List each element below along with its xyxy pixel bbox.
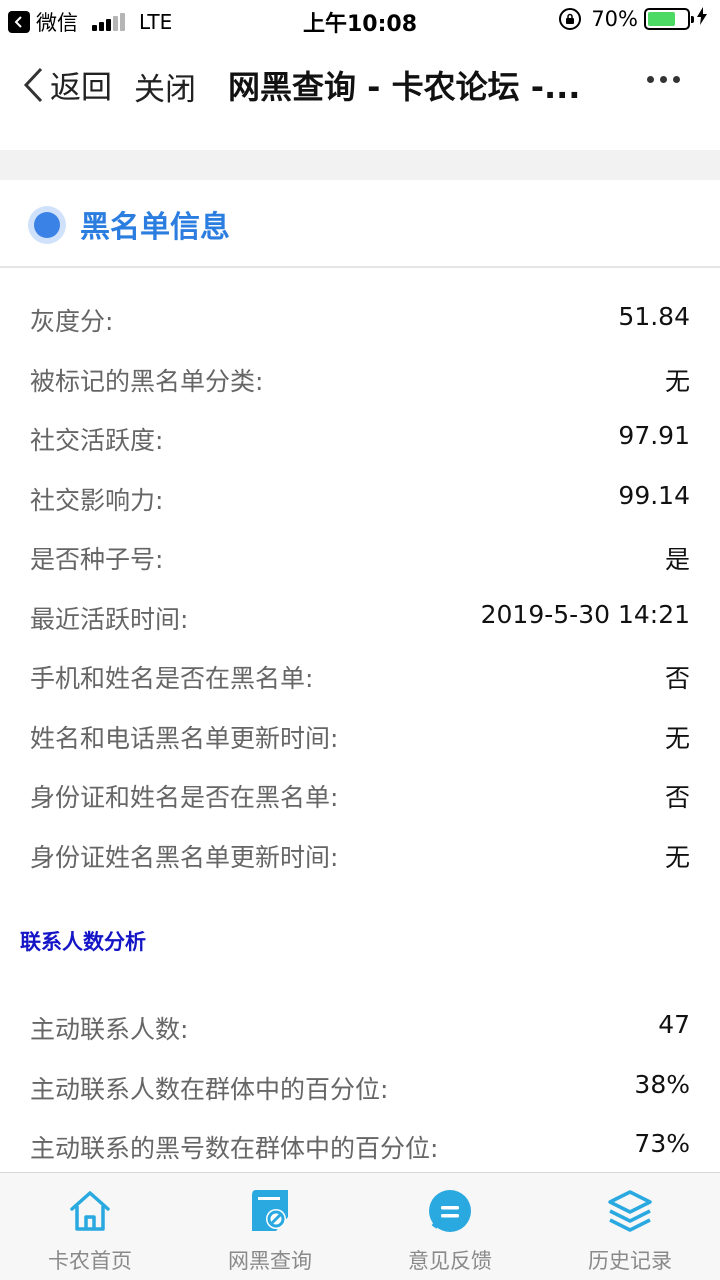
row-label: 社交影响力: (30, 485, 164, 515)
blacklist-info-list: 灰度分: 51.84 被标记的黑名单分类: 无 社交活跃度: 97.91 社交影响力:… (0, 288, 720, 883)
info-row: 手机和姓名是否在黑名单: 否 (0, 645, 720, 705)
row-value: 无 (664, 842, 690, 872)
row-value: 无 (664, 366, 690, 396)
row-label: 是否种子号: (30, 545, 164, 574)
row-value: 97.91 (618, 421, 690, 450)
contacts-info-list: 主动联系人数: 47 主动联系人数在群体中的百分位: 38% 主动联系的黑号数在群体… (0, 996, 720, 1175)
row-value: 51.84 (618, 302, 690, 331)
battery-fill (648, 11, 675, 26)
info-row: 身份证和姓名是否在黑名单: 否 (0, 764, 720, 824)
battery-percentage: 70% (591, 6, 638, 31)
tab-blacklist-query[interactable]: 网黑查询 (180, 1173, 360, 1280)
info-row: 被标记的黑名单分类: 无 (0, 348, 720, 408)
status-bar: 微信 LTE 上午10:08 70% (0, 0, 720, 40)
rotation-lock-icon (559, 7, 582, 30)
info-row: 社交影响力: 99.14 (0, 467, 720, 527)
row-value: 否 (664, 783, 690, 812)
tab-home[interactable]: 卡农首页 (0, 1173, 180, 1280)
row-label: 主动联系的黑号数在群体中的百分位: (30, 1134, 439, 1163)
row-value: 否 (664, 664, 690, 693)
tab-label: 网黑查询 (228, 1249, 312, 1273)
row-label: 灰度分: (30, 307, 114, 336)
tab-label: 卡农首页 (48, 1249, 132, 1273)
info-row: 姓名和电话黑名单更新时间: 无 (0, 705, 720, 765)
battery-icon (644, 7, 694, 30)
row-value: 无 (664, 723, 690, 753)
tab-label: 意见反馈 (408, 1249, 492, 1273)
feedback-icon (429, 1190, 471, 1232)
bottom-tab-bar: 卡农首页 网黑查询 意见反馈 历史记录 (0, 1172, 720, 1280)
contacts-analysis-title: 联系人数分析 (20, 930, 146, 954)
info-row: 是否种子号: 是 (0, 526, 720, 586)
row-label: 社交活跃度: (30, 426, 164, 455)
section-title: 黑名单信息 (80, 210, 230, 245)
row-label: 手机和姓名是否在黑名单: (30, 664, 314, 693)
section-dot-icon (28, 206, 66, 244)
row-label: 被标记的黑名单分类: (30, 366, 264, 396)
row-value: 2019-5-30 14:21 (480, 599, 690, 629)
row-label: 主动联系人数: (30, 1015, 189, 1044)
page-title: 网黑查询 - 卡农论坛 -... (228, 68, 581, 106)
row-value: 73% (634, 1129, 690, 1158)
info-row: 最近活跃时间: 2019-5-30 14:21 (0, 586, 720, 646)
info-row: 灰度分: 51.84 (0, 288, 720, 348)
info-row: 主动联系的黑号数在群体中的百分位: 73% (0, 1115, 720, 1175)
row-label: 姓名和电话黑名单更新时间: (30, 723, 339, 753)
status-right: 70% (559, 6, 708, 31)
info-row: 主动联系人数在群体中的百分位: 38% (0, 1056, 720, 1116)
info-row: 身份证姓名黑名单更新时间: 无 (0, 824, 720, 884)
chevron-left-icon (23, 67, 43, 102)
info-row: 社交活跃度: 97.91 (0, 407, 720, 467)
tab-history[interactable]: 历史记录 (540, 1173, 720, 1280)
row-value: 38% (634, 1069, 690, 1099)
row-value: 47 (658, 1010, 690, 1039)
close-button[interactable]: 关闭 (134, 64, 196, 109)
more-options-icon[interactable] (641, 76, 680, 83)
navigation-bar: 返回 关闭 网黑查询 - 卡农论坛 -... (0, 40, 720, 150)
charging-bolt-icon (696, 6, 708, 31)
row-value: 是 (664, 545, 690, 574)
back-button[interactable]: 返回 (22, 62, 112, 107)
tab-feedback[interactable]: 意见反馈 (360, 1173, 540, 1280)
blacklist-query-icon (252, 1190, 288, 1231)
history-layers-icon (608, 1190, 652, 1232)
row-value: 99.14 (618, 480, 690, 510)
section-header: 黑名单信息 (0, 180, 720, 268)
home-icon (70, 1191, 110, 1231)
info-row: 主动联系人数: 47 (0, 996, 720, 1056)
back-label: 返回 (50, 70, 112, 106)
row-label: 身份证和姓名是否在黑名单: (30, 783, 339, 812)
row-label: 身份证姓名黑名单更新时间: (30, 842, 339, 872)
row-label: 最近活跃时间: (30, 604, 189, 634)
row-label: 主动联系人数在群体中的百分位: (30, 1074, 389, 1104)
tab-label: 历史记录 (588, 1249, 672, 1273)
separator-band (0, 150, 720, 180)
